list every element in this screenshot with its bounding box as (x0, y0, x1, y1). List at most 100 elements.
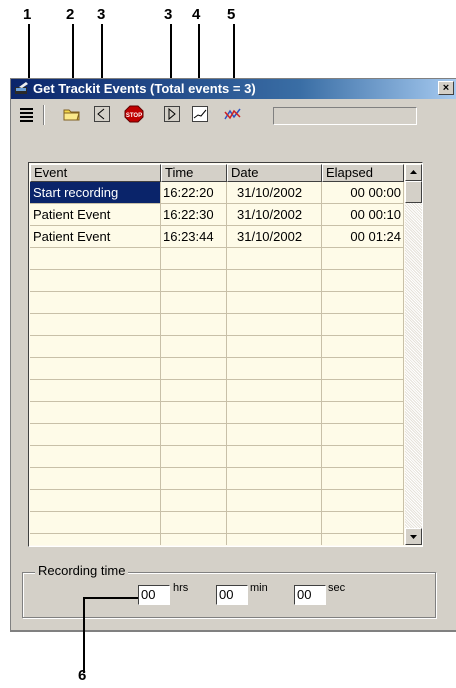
empty-cell[interactable] (161, 424, 227, 446)
time-cell[interactable]: 16:22:30 (161, 204, 227, 226)
empty-cell[interactable] (161, 292, 227, 314)
empty-cell[interactable] (30, 468, 161, 490)
empty-cell[interactable] (227, 446, 322, 468)
empty-cell[interactable] (322, 402, 404, 424)
empty-cell[interactable] (30, 380, 161, 402)
rewind-button[interactable] (92, 105, 112, 123)
scroll-up-button[interactable] (405, 164, 422, 181)
empty-cell[interactable] (322, 490, 404, 512)
table-row[interactable]: Start recording 16:22:20 31/10/2002 00 0… (30, 182, 404, 204)
empty-cell[interactable] (161, 446, 227, 468)
empty-cell[interactable] (30, 358, 161, 380)
empty-cell[interactable] (161, 248, 227, 270)
empty-row[interactable] (30, 512, 404, 534)
empty-cell[interactable] (227, 402, 322, 424)
table-row[interactable]: Patient Event 16:23:44 31/10/2002 00 01:… (30, 226, 404, 248)
empty-row[interactable] (30, 358, 404, 380)
list-button[interactable] (17, 105, 37, 123)
empty-cell[interactable] (227, 314, 322, 336)
empty-row[interactable] (30, 248, 404, 270)
empty-cell[interactable] (322, 314, 404, 336)
empty-cell[interactable] (322, 534, 404, 545)
close-button[interactable]: × (438, 81, 454, 95)
column-header-date[interactable]: Date (227, 164, 322, 182)
empty-cell[interactable] (161, 534, 227, 545)
event-cell[interactable]: Patient Event (30, 226, 161, 248)
scroll-down-button[interactable] (405, 528, 422, 545)
empty-cell[interactable] (227, 380, 322, 402)
table-row[interactable]: Patient Event 16:22:30 31/10/2002 00 00:… (30, 204, 404, 226)
scroll-thumb[interactable] (405, 181, 422, 203)
empty-cell[interactable] (227, 424, 322, 446)
date-cell[interactable]: 31/10/2002 (227, 226, 322, 248)
date-cell[interactable]: 31/10/2002 (227, 204, 322, 226)
empty-row[interactable] (30, 424, 404, 446)
empty-cell[interactable] (322, 424, 404, 446)
minutes-field[interactable]: 00 (216, 585, 248, 605)
empty-cell[interactable] (227, 292, 322, 314)
empty-cell[interactable] (30, 490, 161, 512)
empty-row[interactable] (30, 490, 404, 512)
empty-cell[interactable] (161, 336, 227, 358)
empty-cell[interactable] (161, 270, 227, 292)
empty-cell[interactable] (322, 270, 404, 292)
empty-cell[interactable] (161, 380, 227, 402)
column-header-elapsed[interactable]: Elapsed (322, 164, 404, 182)
empty-cell[interactable] (161, 314, 227, 336)
empty-cell[interactable] (30, 534, 161, 545)
empty-cell[interactable] (30, 336, 161, 358)
empty-cell[interactable] (30, 424, 161, 446)
empty-cell[interactable] (227, 270, 322, 292)
empty-cell[interactable] (322, 446, 404, 468)
empty-cell[interactable] (30, 292, 161, 314)
empty-cell[interactable] (161, 468, 227, 490)
time-cell[interactable]: 16:23:44 (161, 226, 227, 248)
empty-cell[interactable] (30, 248, 161, 270)
empty-cell[interactable] (30, 402, 161, 424)
play-button[interactable] (162, 105, 182, 123)
column-header-time[interactable]: Time (161, 164, 227, 182)
empty-cell[interactable] (322, 292, 404, 314)
trend-button[interactable] (223, 105, 243, 123)
elapsed-cell[interactable]: 00 00:00 (322, 182, 404, 204)
event-cell[interactable]: Start recording (30, 182, 161, 204)
empty-cell[interactable] (227, 534, 322, 545)
chart-button[interactable] (190, 105, 210, 123)
empty-cell[interactable] (30, 270, 161, 292)
empty-cell[interactable] (322, 380, 404, 402)
empty-cell[interactable] (227, 512, 322, 534)
time-cell[interactable]: 16:22:20 (161, 182, 227, 204)
empty-row[interactable] (30, 402, 404, 424)
seconds-field[interactable]: 00 (294, 585, 326, 605)
empty-cell[interactable] (322, 512, 404, 534)
stop-button[interactable]: STOP (124, 105, 144, 123)
event-cell[interactable]: Patient Event (30, 204, 161, 226)
vertical-scrollbar[interactable] (405, 164, 422, 545)
empty-cell[interactable] (161, 402, 227, 424)
empty-cell[interactable] (322, 468, 404, 490)
title-bar[interactable]: Get Trackit Events (Total events = 3) × (11, 79, 456, 99)
hours-field[interactable]: 00 (138, 585, 170, 605)
empty-cell[interactable] (161, 490, 227, 512)
empty-cell[interactable] (227, 248, 322, 270)
date-cell[interactable]: 31/10/2002 (227, 182, 322, 204)
elapsed-cell[interactable]: 00 01:24 (322, 226, 404, 248)
empty-row[interactable] (30, 534, 404, 545)
empty-row[interactable] (30, 446, 404, 468)
empty-cell[interactable] (322, 248, 404, 270)
empty-cell[interactable] (322, 358, 404, 380)
empty-cell[interactable] (227, 468, 322, 490)
empty-cell[interactable] (161, 358, 227, 380)
empty-row[interactable] (30, 468, 404, 490)
empty-cell[interactable] (30, 446, 161, 468)
elapsed-cell[interactable]: 00 00:10 (322, 204, 404, 226)
empty-cell[interactable] (30, 512, 161, 534)
empty-row[interactable] (30, 336, 404, 358)
empty-row[interactable] (30, 380, 404, 402)
empty-cell[interactable] (30, 314, 161, 336)
column-header-event[interactable]: Event (30, 164, 161, 182)
empty-cell[interactable] (227, 336, 322, 358)
empty-cell[interactable] (227, 358, 322, 380)
open-button[interactable] (62, 105, 82, 123)
empty-row[interactable] (30, 292, 404, 314)
